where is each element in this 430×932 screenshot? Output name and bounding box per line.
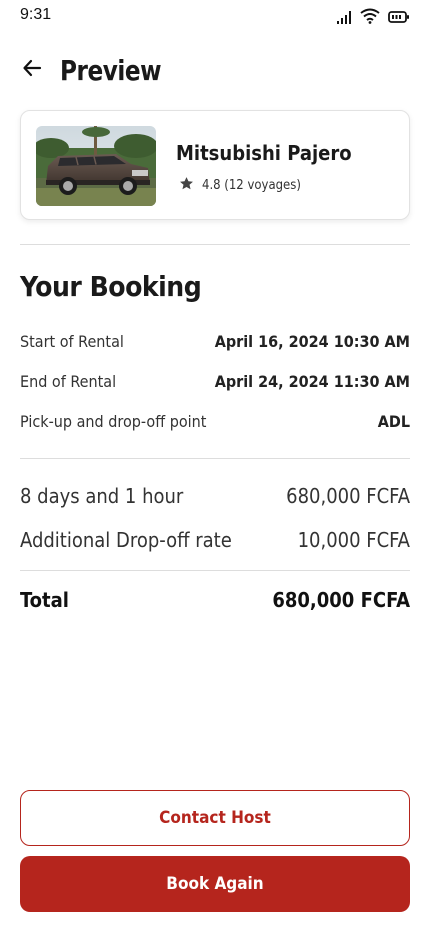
status-icons: [336, 8, 410, 28]
arrow-left-icon: [22, 58, 42, 82]
total-value: 680,000 FCFA: [272, 588, 410, 612]
wifi-icon: [360, 8, 380, 28]
contact-host-button[interactable]: Contact Host: [20, 790, 410, 846]
car-rating: 4.8 (12 voyages): [179, 176, 301, 195]
battery-icon: [388, 9, 410, 28]
header: Preview: [20, 50, 170, 90]
cost-value: 680,000 FCFA: [286, 484, 410, 508]
page-title: Preview: [60, 53, 162, 87]
cost-label: Additional Drop-off rate: [20, 528, 232, 552]
detail-label: Start of Rental: [20, 332, 124, 351]
car-card[interactable]: Mitsubishi Pajero 4.8 (12 voyages): [20, 110, 410, 220]
total-row: Total 680,000 FCFA: [20, 588, 410, 612]
detail-row-pickup: Pick-up and drop-off point ADL: [20, 412, 410, 431]
status-time: 9:31: [20, 6, 52, 23]
cost-value: 10,000 FCFA: [297, 528, 410, 552]
detail-value: ADL: [377, 412, 410, 431]
car-thumbnail: [36, 126, 156, 206]
divider: [20, 458, 410, 459]
detail-value: April 24, 2024 11:30 AM: [214, 372, 410, 391]
book-again-button[interactable]: Book Again: [20, 856, 410, 912]
cost-row-duration: 8 days and 1 hour 680,000 FCFA: [20, 484, 410, 508]
divider: [20, 244, 410, 245]
detail-label: End of Rental: [20, 372, 117, 391]
booking-section-title: Your Booking: [20, 270, 202, 303]
cellular-signal-icon: [336, 9, 352, 28]
detail-value: April 16, 2024 10:30 AM: [214, 332, 410, 351]
star-icon: [179, 176, 194, 195]
cost-label: 8 days and 1 hour: [20, 484, 184, 508]
detail-row-start: Start of Rental April 16, 2024 10:30 AM: [20, 332, 410, 351]
status-bar: 9:31: [0, 0, 430, 32]
car-name: Mitsubishi Pajero: [176, 141, 352, 165]
detail-label: Pick-up and drop-off point: [20, 412, 207, 431]
divider: [20, 570, 410, 571]
car-rating-text: 4.8 (12 voyages): [202, 178, 301, 193]
cost-row-dropoff: Additional Drop-off rate 10,000 FCFA: [20, 528, 410, 552]
total-label: Total: [20, 588, 69, 612]
back-button[interactable]: [20, 58, 44, 82]
detail-row-end: End of Rental April 24, 2024 11:30 AM: [20, 372, 410, 391]
